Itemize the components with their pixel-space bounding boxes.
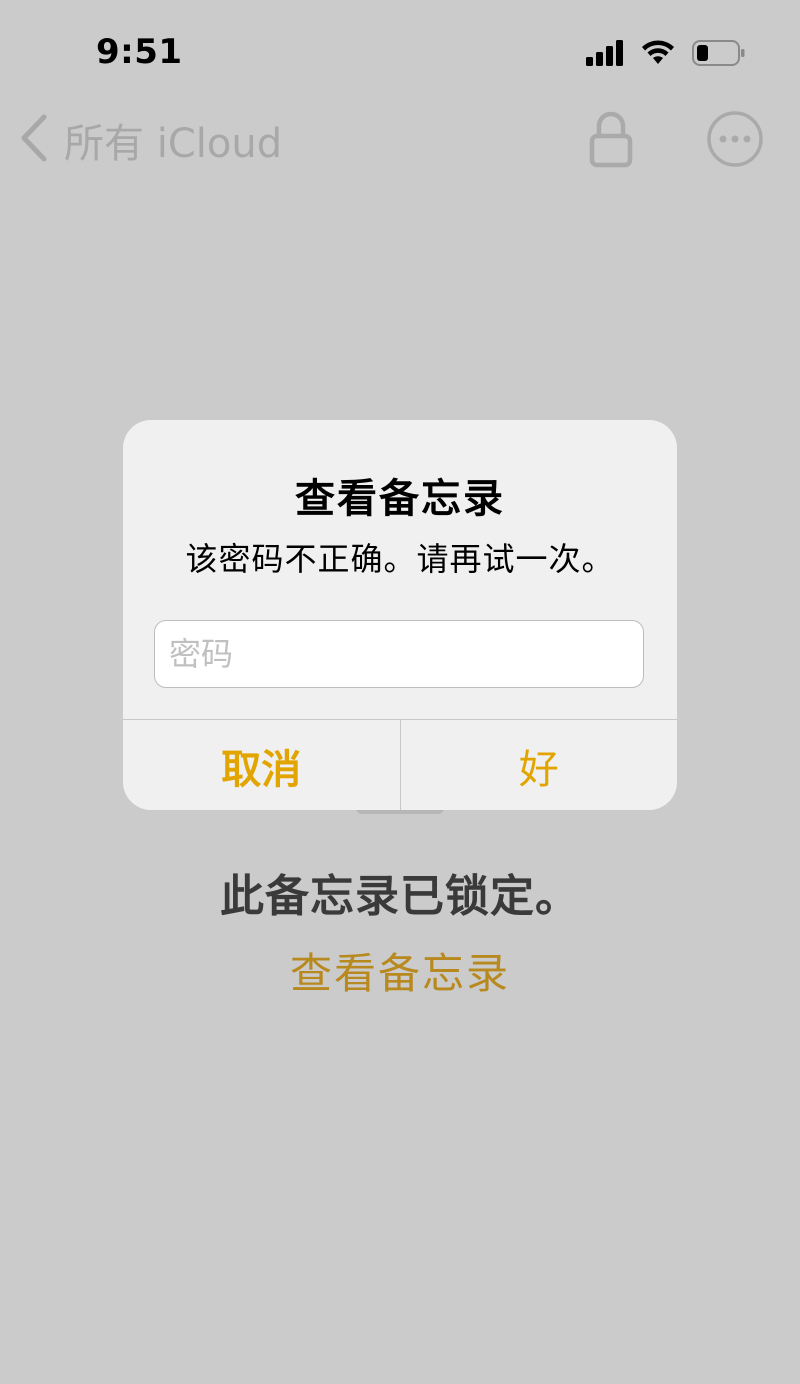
view-note-link[interactable]: 查看备忘录 bbox=[0, 940, 800, 1001]
battery-icon bbox=[692, 39, 746, 67]
alert-header: 查看备忘录 该密码不正确。请再试一次。 bbox=[123, 466, 677, 580]
ok-button[interactable]: 好 bbox=[401, 720, 678, 810]
locked-note-area: 此备忘录已锁定。 查看备忘录 bbox=[0, 860, 800, 1001]
alert-message: 该密码不正确。请再试一次。 bbox=[185, 540, 615, 578]
alert-title: 查看备忘录 bbox=[295, 476, 505, 522]
navigation-bar: 所有 iCloud bbox=[0, 100, 800, 180]
cancel-button[interactable]: 取消 bbox=[123, 720, 400, 810]
status-bar: 9:51 bbox=[0, 0, 800, 100]
more-button[interactable] bbox=[706, 110, 764, 172]
wifi-icon bbox=[640, 40, 676, 66]
chevron-left-icon bbox=[18, 113, 48, 167]
status-icons bbox=[586, 38, 746, 68]
password-input[interactable] bbox=[154, 620, 644, 688]
status-time: 9:51 bbox=[96, 32, 183, 72]
back-button-label: 所有 iCloud bbox=[64, 121, 283, 167]
locked-message: 此备忘录已锁定。 bbox=[220, 871, 580, 922]
cellular-signal-icon bbox=[586, 40, 624, 66]
notes-locked-screen: 9:51 所有 iCloud 此备忘录已锁定。 查看备忘录 查看备忘录 该密码不… bbox=[0, 0, 800, 1384]
alert-button-row: 取消 好 bbox=[123, 719, 677, 810]
password-alert: 查看备忘录 该密码不正确。请再试一次。 取消 好 bbox=[123, 420, 677, 810]
ellipsis-circle-icon bbox=[706, 111, 764, 172]
lock-icon bbox=[588, 111, 634, 172]
lock-button[interactable] bbox=[588, 110, 634, 172]
back-button[interactable]: 所有 iCloud bbox=[18, 112, 282, 168]
